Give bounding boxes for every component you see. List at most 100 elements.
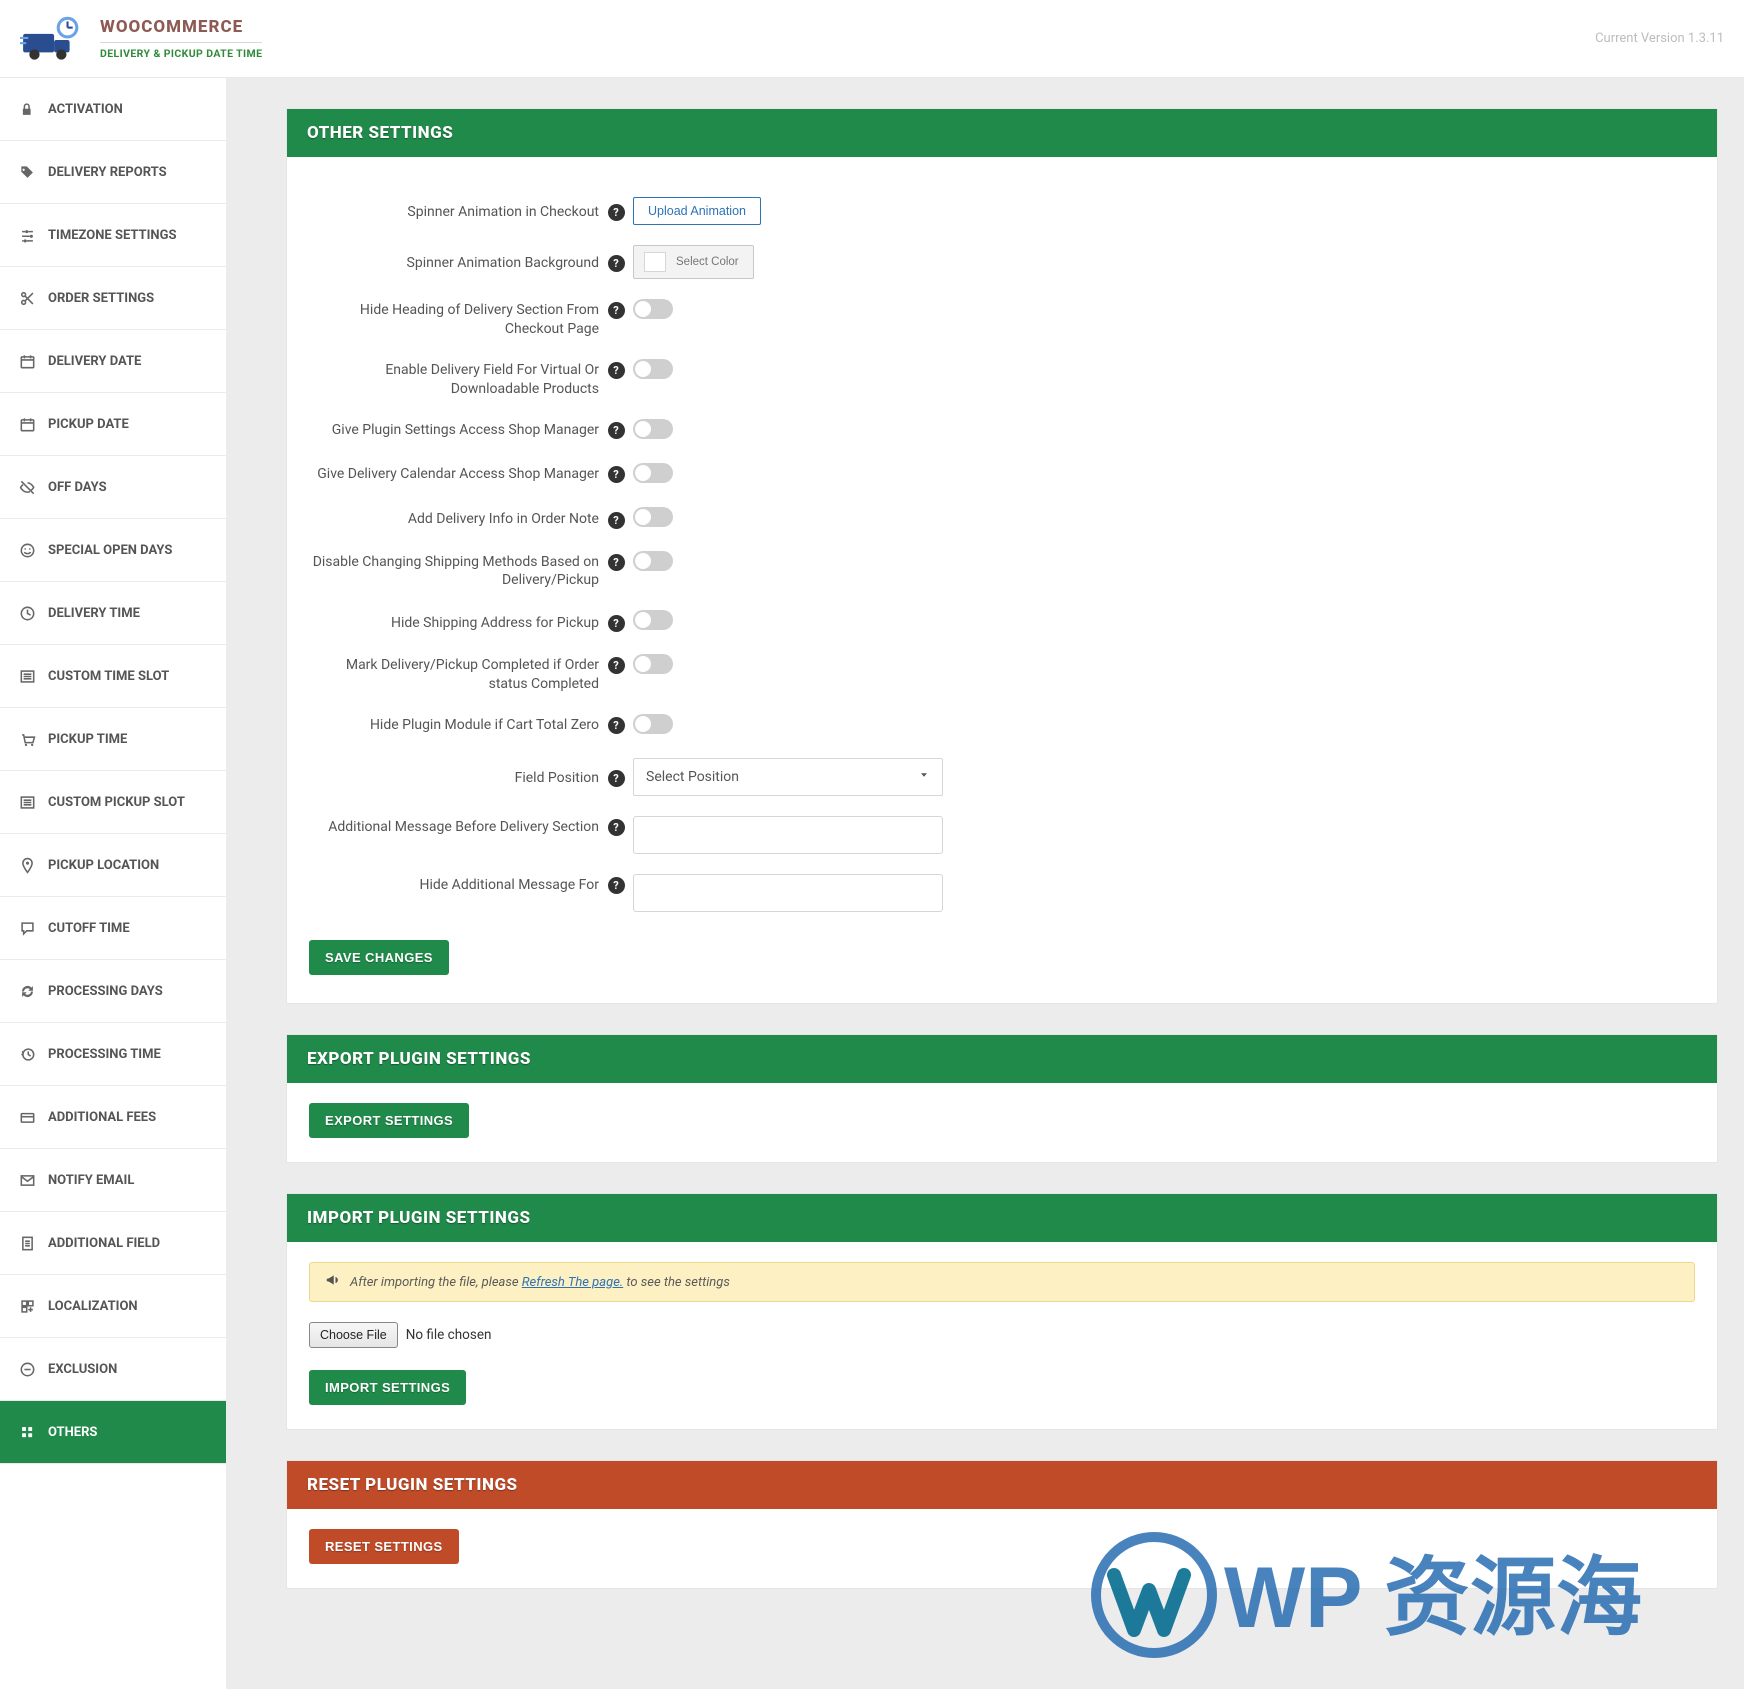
refresh-link[interactable]: Refresh The page.	[522, 1275, 623, 1290]
sidebar-item-others[interactable]: OTHERS	[0, 1401, 226, 1464]
text-input[interactable]	[633, 874, 943, 912]
sidebar-item-label: NOTIFY EMAIL	[48, 1173, 134, 1188]
help-icon[interactable]: ?	[608, 770, 625, 787]
sidebar-item-order-settings[interactable]: ORDER SETTINGS	[0, 267, 226, 330]
select-color-button[interactable]: Select Color	[633, 245, 754, 279]
setting-row: Mark Delivery/Pickup Completed if Order …	[309, 654, 1695, 694]
sidebar-item-special-open-days[interactable]: SPECIAL OPEN DAYS	[0, 519, 226, 582]
import-settings-button[interactable]: IMPORT SETTINGS	[309, 1370, 466, 1405]
sidebar-item-delivery-time[interactable]: DELIVERY TIME	[0, 582, 226, 645]
help-icon[interactable]: ?	[608, 362, 625, 379]
help-icon[interactable]: ?	[608, 657, 625, 674]
reset-settings-button[interactable]: RESET SETTINGS	[309, 1529, 459, 1564]
sidebar-item-off-days[interactable]: OFF DAYS	[0, 456, 226, 519]
setting-label: Enable Delivery Field For Virtual Or Dow…	[309, 359, 599, 399]
help-icon[interactable]: ?	[608, 466, 625, 483]
toggle-switch[interactable]	[633, 419, 673, 439]
import-notice: After importing the file, please Refresh…	[309, 1262, 1695, 1302]
sidebar-item-activation[interactable]: ACTIVATION	[0, 78, 226, 141]
toggle-switch[interactable]	[633, 507, 673, 527]
sidebar-item-additional-fees[interactable]: ADDITIONAL FEES	[0, 1086, 226, 1149]
toggle-switch[interactable]	[633, 654, 673, 674]
toggle-switch[interactable]	[633, 299, 673, 319]
sidebar-item-label: ADDITIONAL FEES	[48, 1110, 156, 1125]
toggle-switch[interactable]	[633, 463, 673, 483]
minus-icon	[18, 1360, 36, 1378]
toggle-switch[interactable]	[633, 551, 673, 571]
toggle-switch[interactable]	[633, 359, 673, 379]
history-icon	[18, 1045, 36, 1063]
sidebar-item-label: LOCALIZATION	[48, 1299, 138, 1314]
panel-import: IMPORT PLUGIN SETTINGS After importing t…	[286, 1193, 1718, 1430]
sidebar-item-label: PICKUP DATE	[48, 417, 129, 432]
sidebar-item-notify-email[interactable]: NOTIFY EMAIL	[0, 1149, 226, 1212]
sidebar-item-custom-pickup-slot[interactable]: CUSTOM PICKUP SLOT	[0, 771, 226, 834]
setting-label: Field Position	[309, 767, 599, 788]
sidebar-item-exclusion[interactable]: EXCLUSION	[0, 1338, 226, 1401]
notice-text-suffix: to see the settings	[623, 1275, 730, 1290]
setting-row: Hide Heading of Delivery Section From Ch…	[309, 299, 1695, 339]
toggle-switch[interactable]	[633, 610, 673, 630]
toggle-switch[interactable]	[633, 714, 673, 734]
help-icon[interactable]: ?	[608, 302, 625, 319]
help-icon[interactable]: ?	[608, 422, 625, 439]
help-icon[interactable]: ?	[608, 819, 625, 836]
sidebar-item-processing-time[interactable]: PROCESSING TIME	[0, 1023, 226, 1086]
help-icon[interactable]: ?	[608, 717, 625, 734]
sidebar-item-delivery-reports[interactable]: DELIVERY REPORTS	[0, 141, 226, 204]
sidebar-item-pickup-location[interactable]: PICKUP LOCATION	[0, 834, 226, 897]
panel-other-settings: OTHER SETTINGS Spinner Animation in Chec…	[286, 108, 1718, 1004]
export-settings-button[interactable]: EXPORT SETTINGS	[309, 1103, 469, 1138]
field-position-select[interactable]: Select Position	[633, 758, 943, 796]
sidebar-item-label: CUSTOM PICKUP SLOT	[48, 795, 185, 810]
help-icon[interactable]: ?	[608, 204, 625, 221]
setting-label: Hide Additional Message For	[309, 874, 599, 895]
setting-label: Mark Delivery/Pickup Completed if Order …	[309, 654, 599, 694]
help-icon[interactable]: ?	[608, 615, 625, 632]
top-bar: WOOCOMMERCE DELIVERY & PICKUP DATE TIME …	[0, 0, 1744, 78]
tag-icon	[18, 163, 36, 181]
sidebar-item-pickup-date[interactable]: PICKUP DATE	[0, 393, 226, 456]
text-input[interactable]	[633, 816, 943, 854]
help-icon[interactable]: ?	[608, 255, 625, 272]
help-icon[interactable]: ?	[608, 554, 625, 571]
setting-label: Give Delivery Calendar Access Shop Manag…	[309, 463, 599, 484]
sidebar-item-processing-days[interactable]: PROCESSING DAYS	[0, 960, 226, 1023]
refresh-icon	[18, 982, 36, 1000]
upload-animation-button[interactable]: Upload Animation	[633, 197, 761, 225]
chat-icon	[18, 919, 36, 937]
setting-row: Enable Delivery Field For Virtual Or Dow…	[309, 359, 1695, 399]
sidebar-item-additional-field[interactable]: ADDITIONAL FIELD	[0, 1212, 226, 1275]
mail-icon	[18, 1171, 36, 1189]
sidebar-item-label: PROCESSING TIME	[48, 1047, 161, 1062]
choose-file-button[interactable]: Choose File	[309, 1322, 398, 1348]
setting-label: Disable Changing Shipping Methods Based …	[309, 551, 599, 591]
sidebar-item-custom-time-slot[interactable]: CUSTOM TIME SLOT	[0, 645, 226, 708]
sidebar-item-cutoff-time[interactable]: CUTOFF TIME	[0, 897, 226, 960]
sidebar-item-label: DELIVERY REPORTS	[48, 165, 167, 180]
sidebar-item-pickup-time[interactable]: PICKUP TIME	[0, 708, 226, 771]
setting-label: Give Plugin Settings Access Shop Manager	[309, 419, 599, 440]
sidebar-item-label: OFF DAYS	[48, 480, 107, 495]
sidebar-item-label: ACTIVATION	[48, 102, 123, 117]
help-icon[interactable]: ?	[608, 877, 625, 894]
sidebar-item-label: DELIVERY TIME	[48, 606, 140, 621]
save-changes-button[interactable]: SAVE CHANGES	[309, 940, 449, 975]
sidebar-item-localization[interactable]: LOCALIZATION	[0, 1275, 226, 1338]
help-icon[interactable]: ?	[608, 512, 625, 529]
calendar-icon	[18, 415, 36, 433]
eye-off-icon	[18, 478, 36, 496]
panel-title: RESET PLUGIN SETTINGS	[287, 1461, 1717, 1509]
sliders-icon	[18, 226, 36, 244]
cart-icon	[18, 730, 36, 748]
brand-title: WOOCOMMERCE	[100, 18, 262, 37]
sidebar-item-timezone-settings[interactable]: TIMEZONE SETTINGS	[0, 204, 226, 267]
globe-icon	[18, 1297, 36, 1315]
sidebar-item-label: PICKUP LOCATION	[48, 858, 159, 873]
setting-row: Spinner Animation in Checkout?Upload Ani…	[309, 197, 1695, 225]
sidebar-item-delivery-date[interactable]: DELIVERY DATE	[0, 330, 226, 393]
version-label: Current Version 1.3.11	[1595, 31, 1724, 46]
lock-icon	[18, 100, 36, 118]
sidebar: ACTIVATION DELIVERY REPORTS TIMEZONE SETTI…	[0, 78, 226, 1689]
sidebar-item-label: DELIVERY DATE	[48, 354, 141, 369]
